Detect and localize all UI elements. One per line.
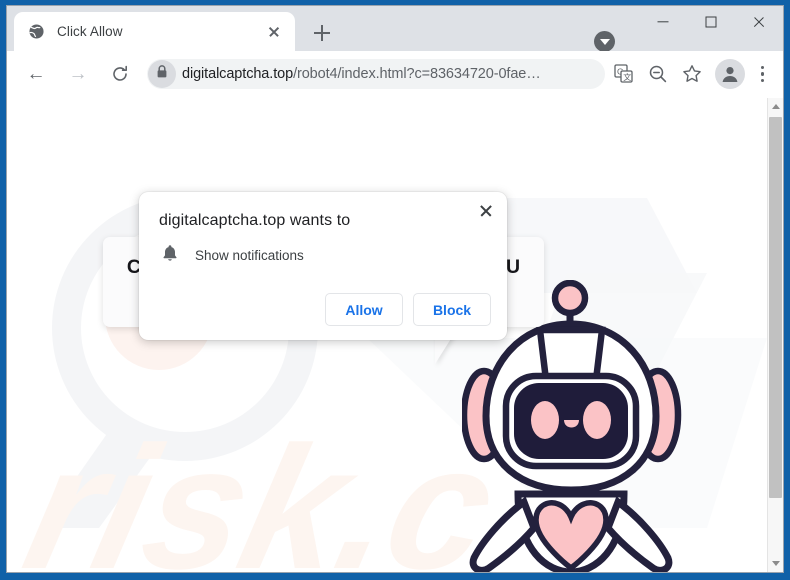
close-dialog-icon[interactable] [473,198,499,224]
bookmark-star-icon[interactable] [677,59,707,89]
forward-arrow-icon: → [68,63,88,85]
zoom-out-icon[interactable] [643,59,673,89]
tab-strip: Click Allow [7,6,783,52]
window-controls [639,6,783,51]
dialog-actions: Allow Block [325,293,491,326]
forward-button: → [61,57,95,91]
block-button[interactable]: Block [413,293,491,326]
permission-label: Show notifications [195,248,304,263]
close-window-button[interactable] [735,6,783,38]
minimize-button[interactable] [639,6,687,38]
permission-row: Show notifications [159,244,304,267]
browser-window: Click Allow ← → digitalcaptcha.top/robot… [6,5,784,573]
translate-icon[interactable]: G 文 [609,59,639,89]
close-tab-icon[interactable] [263,21,285,43]
browser-toolbar: ← → digitalcaptcha.top/robot4/index.html… [7,51,783,98]
chrome-menu-icon[interactable] [749,59,775,89]
address-bar[interactable]: digitalcaptcha.top/robot4/index.html?c=8… [147,59,605,89]
page-viewport: risk.c digitalcaptcha.top wants to Show … [7,98,783,572]
back-arrow-icon: ← [26,63,46,85]
allow-button[interactable]: Allow [325,293,403,326]
maximize-button[interactable] [687,6,735,38]
back-button[interactable]: ← [19,57,53,91]
page-scrollbar[interactable] [767,98,783,572]
browser-window-frame: Click Allow ← → digitalcaptcha.top/robot… [0,0,790,580]
notification-permission-dialog: digitalcaptcha.top wants to Show notific… [139,192,507,340]
tab-title: Click Allow [57,24,123,39]
profile-avatar[interactable] [715,59,745,89]
reload-icon [113,65,127,81]
lock-icon [156,65,168,84]
svg-text:文: 文 [623,72,631,82]
browser-tab[interactable]: Click Allow [14,12,295,51]
scroll-down-button[interactable] [768,555,783,572]
url-text: digitalcaptcha.top/robot4/index.html?c=8… [182,66,541,82]
globe-icon [28,23,45,40]
download-chevron-icon[interactable] [594,31,615,52]
new-tab-button[interactable] [307,18,337,48]
site-info-button[interactable] [148,60,176,88]
svg-text:risk.c: risk.c [10,409,513,572]
dialog-title: digitalcaptcha.top wants to [159,212,351,229]
scrollbar-thumb[interactable] [769,117,782,498]
reload-button[interactable] [103,57,137,91]
url-domain: digitalcaptcha.top [182,66,294,82]
url-path: /robot4/index.html?c=83634720-0fae… [293,66,541,82]
scroll-up-button[interactable] [768,98,783,115]
bell-icon [159,244,181,267]
